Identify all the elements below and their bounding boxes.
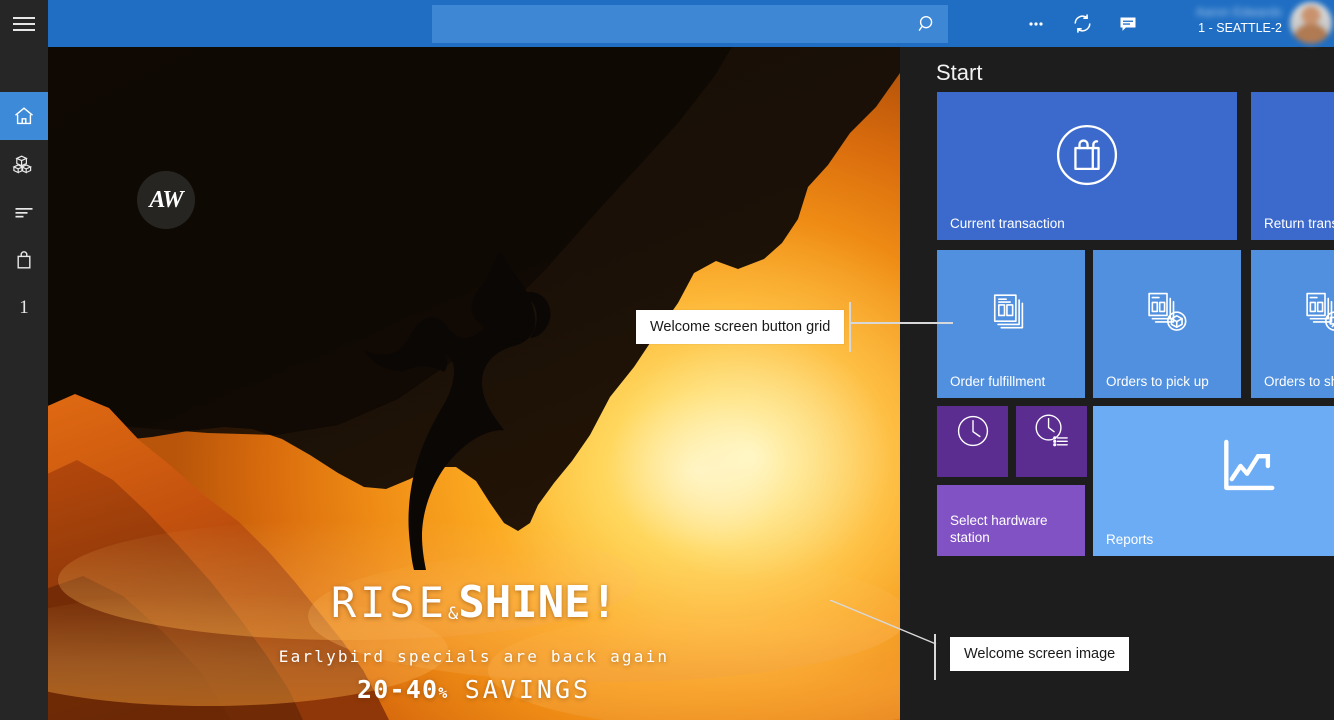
shopping-bag-icon (12, 248, 36, 272)
promo-headline: RISE&SHINE! (48, 577, 900, 638)
tile-orders-to-ship[interactable]: Orders to ship (1251, 250, 1334, 398)
tile-icon-wrap (937, 406, 1008, 455)
tile-label: Select hardware station (950, 512, 1055, 546)
annotation-button-grid-label: Welcome screen button grid (636, 310, 844, 344)
annotation-welcome-image-leader (830, 600, 960, 660)
list-lines-icon (12, 200, 36, 224)
promo-offer-label: SAVINGS (465, 675, 591, 704)
tile-label: Orders to ship (1264, 373, 1334, 390)
top-app-bar: Aaron Edwards 1 - SEATTLE-2 (48, 0, 1334, 47)
refresh-icon (1070, 11, 1095, 36)
tile-icon-wrap (1251, 92, 1334, 218)
tile-clock-icon[interactable] (937, 406, 1008, 477)
tile-select-hardware-station[interactable]: Select hardware station (937, 485, 1085, 556)
tile-label: Orders to pick up (1106, 373, 1209, 390)
promo-headline-amp: & (448, 604, 458, 624)
avatar[interactable] (1290, 2, 1332, 44)
tile-icon-wrap (1016, 406, 1087, 455)
clock-icon (951, 409, 995, 453)
tile-icon-wrap (937, 92, 1237, 218)
ellipsis-icon (1024, 12, 1048, 36)
shopping-bag-circle-icon (1050, 118, 1124, 192)
promo-headline-part1: RISE (331, 578, 448, 627)
tile-order-fulfillment[interactable]: Order fulfillment (937, 250, 1085, 398)
refresh-button[interactable] (1059, 0, 1105, 47)
top-actions (1013, 0, 1151, 47)
tile-label: Order fulfillment (950, 373, 1045, 390)
tile-current-transaction[interactable]: Current transaction (937, 92, 1237, 240)
sidebar-item-home[interactable] (0, 92, 48, 140)
welcome-screen-image: AW RISE&SHINE! Earlybird specials are ba… (48, 47, 900, 720)
annotation-welcome-image: Welcome screen image (950, 637, 1129, 671)
brand-logo-badge: AW (137, 171, 195, 229)
annotation-welcome-image-label: Welcome screen image (950, 637, 1129, 671)
clock-list-icon (1030, 409, 1074, 453)
hamburger-menu-button[interactable] (0, 0, 48, 48)
tile-return-transaction[interactable]: Return transaction (1251, 92, 1334, 240)
promo-text-block: RISE&SHINE! Earlybird specials are back … (48, 577, 900, 704)
sidebar-item-tasks[interactable] (0, 188, 48, 236)
order-pickup-icon (1141, 287, 1193, 339)
annotation-button-grid: Welcome screen button grid (636, 310, 844, 344)
user-store: 1 - SEATTLE-2 (1137, 20, 1282, 37)
tile-icon-wrap (937, 250, 1085, 376)
search-icon (916, 13, 938, 35)
home-icon (12, 104, 36, 128)
annotation-welcome-image-bracket (934, 634, 936, 680)
promo-subline: Earlybird specials are back again (48, 647, 900, 666)
brand-logo-text: AW (149, 187, 182, 214)
promo-offer-percent: % (438, 684, 448, 702)
sidebar-item-products[interactable] (0, 140, 48, 188)
tile-orders-to-pick-up[interactable]: Orders to pick up (1093, 250, 1241, 398)
products-cubes-icon (12, 152, 36, 176)
start-panel: Start Current transaction Return transac… (900, 47, 1334, 720)
tile-icon-wrap (1251, 250, 1334, 376)
page-title: Start (936, 60, 982, 86)
promo-offer: 20-40% SAVINGS (48, 675, 900, 704)
pos-welcome-screen: AW RISE&SHINE! Earlybird specials are ba… (0, 0, 1334, 720)
order-ship-icon (1299, 287, 1334, 339)
tile-icon-wrap (1093, 406, 1334, 526)
promo-headline-part2: SHINE! (458, 577, 617, 628)
user-account-button[interactable]: Aaron Edwards 1 - SEATTLE-2 (1137, 4, 1282, 44)
user-name: Aaron Edwards (1137, 4, 1282, 20)
more-options-button[interactable] (1013, 0, 1059, 47)
chart-growth-icon (1211, 431, 1281, 501)
cart-item-count-badge[interactable]: 1 (0, 284, 48, 332)
hamburger-menu-icon (13, 17, 35, 31)
search-input[interactable] (432, 5, 948, 43)
annotation-button-grid-bracket (849, 302, 851, 352)
tile-reports[interactable]: Reports (1093, 406, 1334, 556)
order-docs-icon (985, 287, 1037, 339)
promo-offer-value: 20-40 (357, 675, 438, 704)
tile-label: Return transaction (1264, 215, 1334, 232)
annotation-button-grid-leader (849, 322, 953, 324)
tile-clock-list-icon[interactable] (1016, 406, 1087, 477)
left-navigation-rail: 1 (0, 0, 48, 720)
sidebar-item-cart[interactable] (0, 236, 48, 284)
tile-label: Current transaction (950, 215, 1065, 232)
tile-label: Reports (1106, 531, 1153, 548)
tile-icon-wrap (1093, 250, 1241, 376)
